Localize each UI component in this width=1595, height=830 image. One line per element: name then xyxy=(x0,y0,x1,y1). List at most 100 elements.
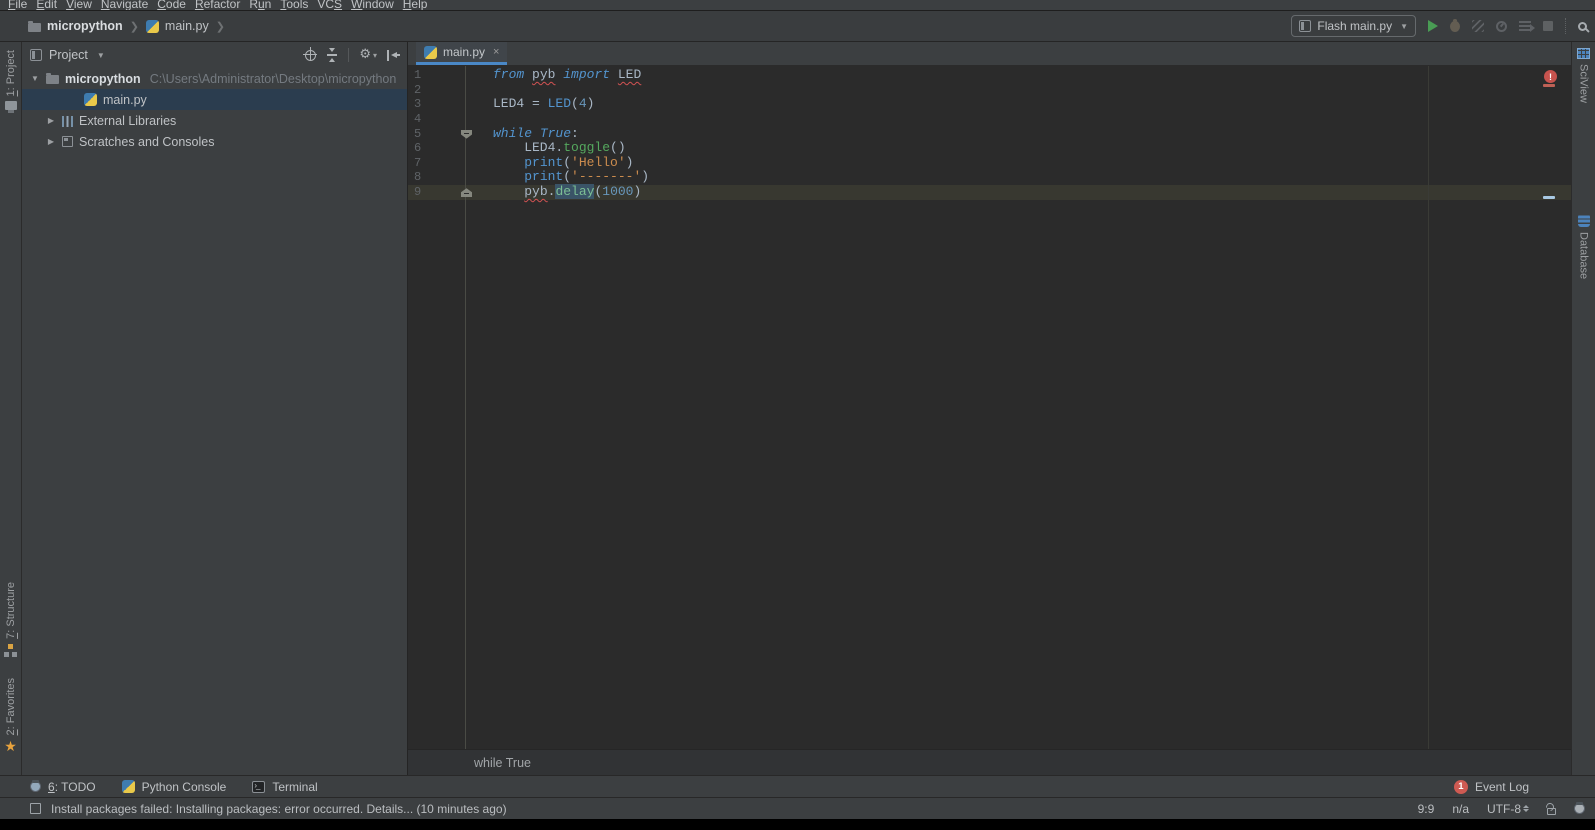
profiler-button[interactable] xyxy=(1496,21,1507,32)
error-indicator-icon[interactable]: ! xyxy=(1544,70,1557,83)
status-message[interactable]: Install packages failed: Installing pack… xyxy=(51,802,507,816)
menu-item-file[interactable]: File xyxy=(8,0,36,11)
left-tool-stripe: 1: Project 7: Structure 2: Favorites ★ xyxy=(0,42,22,775)
chevron-right-icon[interactable]: ▶ xyxy=(46,137,56,146)
tab-mainpy[interactable]: main.py × xyxy=(416,42,507,65)
main-area: 1: Project 7: Structure 2: Favorites ★ P… xyxy=(0,42,1595,775)
caret-position[interactable]: 9:9 xyxy=(1418,802,1435,816)
menu-item-vcs[interactable]: VCS xyxy=(317,0,351,11)
error-stripe-mark[interactable] xyxy=(1543,84,1555,87)
info-stripe-mark[interactable] xyxy=(1543,196,1555,199)
chevron-right-icon: ❯ xyxy=(130,20,139,33)
project-tree: ▼ micropython C:\Users\Administrator\Des… xyxy=(22,68,407,152)
line-number[interactable]: 6 xyxy=(414,141,465,156)
scratches-icon xyxy=(62,136,73,147)
menu-bar: FileEditViewNavigateCodeRefactorRunTools… xyxy=(0,0,1595,11)
line-number[interactable]: 1 xyxy=(414,68,465,83)
code-line-6: LED4.toggle() xyxy=(493,141,1551,156)
project-view-icon xyxy=(30,49,42,61)
run-with-console-button[interactable] xyxy=(1519,21,1531,31)
status-bar: Install packages failed: Installing pack… xyxy=(0,797,1595,819)
navigation-bar: micropython ❯ main.py ❯ Flash main.py ▼ xyxy=(0,11,1595,42)
menu-item-edit[interactable]: Edit xyxy=(36,0,66,11)
line-number[interactable]: 2 xyxy=(414,83,465,98)
close-icon[interactable]: × xyxy=(493,46,499,58)
highlighting-level-icon[interactable] xyxy=(1574,803,1585,814)
sidebar-item-project[interactable]: 1: Project xyxy=(0,50,21,110)
debug-button[interactable] xyxy=(1450,21,1460,32)
code-line-1: from pyb import LED xyxy=(493,68,1551,83)
editor-gutter[interactable]: 123456789 xyxy=(408,66,466,749)
run-button[interactable] xyxy=(1428,20,1438,32)
python-icon xyxy=(122,780,135,793)
sidebar-item-favorites[interactable]: 2: Favorites ★ xyxy=(0,678,21,754)
python-console-button[interactable]: Python Console xyxy=(122,780,227,794)
breadcrumb-project[interactable]: micropython xyxy=(47,19,123,33)
project-panel-header: Project ▼ ⚙▾ xyxy=(22,42,407,68)
terminal-button[interactable]: Terminal xyxy=(252,780,317,794)
toolbar-separator xyxy=(348,48,349,62)
pycharm-window: FileEditViewNavigateCodeRefactorRunTools… xyxy=(0,0,1595,830)
line-number[interactable]: 4 xyxy=(414,112,465,127)
collapse-all-button[interactable] xyxy=(327,54,337,56)
line-separator[interactable]: n/a xyxy=(1452,802,1469,816)
file-encoding[interactable]: UTF-8 xyxy=(1487,802,1529,816)
terminal-icon xyxy=(252,781,265,793)
search-everywhere-icon[interactable] xyxy=(1578,22,1587,31)
line-number[interactable]: 5 xyxy=(414,127,465,142)
event-log-button[interactable]: 1 Event Log xyxy=(1454,780,1529,794)
locate-file-button[interactable] xyxy=(305,50,316,61)
chevron-down-icon[interactable]: ▼ xyxy=(97,51,105,60)
menu-item-code[interactable]: Code xyxy=(157,0,195,11)
menu-item-help[interactable]: Help xyxy=(403,0,437,11)
code-line-8: print('-------') xyxy=(493,170,1551,185)
chevron-down-icon[interactable]: ▼ xyxy=(30,74,40,83)
project-panel-title[interactable]: Project xyxy=(49,48,88,62)
run-configuration-select[interactable]: Flash main.py ▼ xyxy=(1291,15,1416,37)
tree-row-mainpy[interactable]: main.py xyxy=(22,89,407,110)
line-number[interactable]: 3 xyxy=(414,97,465,112)
tree-row-scratches[interactable]: ▶ Scratches and Consoles xyxy=(22,131,407,152)
line-number[interactable]: 8 xyxy=(414,170,465,185)
lock-open-icon[interactable] xyxy=(1547,808,1556,815)
code-editor[interactable]: 123456789 from pyb import LEDLED4 = LED(… xyxy=(408,66,1571,749)
menu-item-run[interactable]: Run xyxy=(249,0,280,11)
sidebar-item-sciview[interactable]: SciView xyxy=(1572,48,1595,103)
structure-icon xyxy=(4,644,17,657)
code-line-2 xyxy=(493,83,1551,98)
sidebar-item-database[interactable]: Database xyxy=(1572,214,1595,279)
code-line-7: print('Hello') xyxy=(493,156,1551,171)
menu-item-window[interactable]: Window xyxy=(351,0,403,11)
coverage-button[interactable] xyxy=(1472,20,1484,32)
breadcrumb-file[interactable]: main.py xyxy=(165,19,209,33)
sidebar-item-structure[interactable]: 7: Structure xyxy=(0,582,21,657)
toolwindow-toggle-icon[interactable] xyxy=(30,803,41,814)
updown-arrows-icon xyxy=(1523,805,1529,812)
project-stripe-label: 1: Project xyxy=(5,50,17,96)
sciview-stripe-label: SciView xyxy=(1578,64,1590,103)
chevron-right-icon[interactable]: ▶ xyxy=(46,116,56,125)
code-line-4 xyxy=(493,112,1551,127)
editor-column: main.py × 123456789 from pyb import LEDL… xyxy=(408,42,1571,775)
line-number[interactable]: 7 xyxy=(414,156,465,171)
line-number[interactable]: 9 xyxy=(414,185,465,200)
database-icon xyxy=(1578,214,1590,227)
run-toolbar: Flash main.py ▼ xyxy=(1291,15,1587,37)
desktop-background xyxy=(0,819,1595,830)
menu-item-view[interactable]: View xyxy=(66,0,101,11)
run-config-icon xyxy=(1299,20,1311,32)
event-log-badge: 1 xyxy=(1454,780,1468,794)
tree-row-external-libraries[interactable]: ▶ External Libraries xyxy=(22,110,407,131)
todo-button[interactable]: 6: TODO xyxy=(30,780,96,794)
hide-panel-button[interactable] xyxy=(387,50,399,61)
stop-button[interactable] xyxy=(1543,21,1553,31)
gear-icon[interactable]: ⚙▾ xyxy=(359,49,377,62)
right-tool-stripe: SciView Database xyxy=(1571,42,1595,775)
code-area[interactable]: from pyb import LEDLED4 = LED(4)while Tr… xyxy=(493,68,1551,200)
chevron-right-icon: ❯ xyxy=(216,20,225,33)
menu-item-navigate[interactable]: Navigate xyxy=(101,0,157,11)
menu-item-tools[interactable]: Tools xyxy=(280,0,317,11)
breadcrumb-while-true[interactable]: while True xyxy=(474,756,531,770)
tree-row-root[interactable]: ▼ micropython C:\Users\Administrator\Des… xyxy=(22,68,407,89)
menu-item-refactor[interactable]: Refactor xyxy=(195,0,249,11)
